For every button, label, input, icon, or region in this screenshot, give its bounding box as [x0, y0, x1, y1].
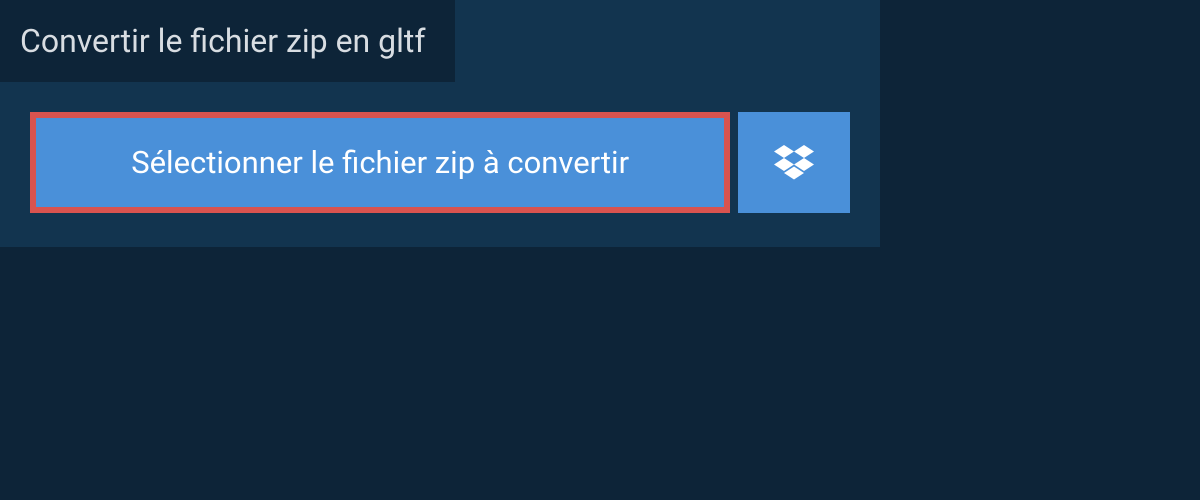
- select-file-label: Sélectionner le fichier zip à convertir: [131, 144, 629, 181]
- button-row: Sélectionner le fichier zip à convertir: [0, 82, 880, 247]
- dropbox-icon: [774, 145, 814, 181]
- dropbox-button[interactable]: [738, 112, 850, 213]
- select-file-button[interactable]: Sélectionner le fichier zip à convertir: [30, 112, 730, 213]
- page-title: Convertir le fichier zip en gltf: [20, 22, 425, 60]
- header-tab: Convertir le fichier zip en gltf: [0, 0, 455, 82]
- converter-panel: Convertir le fichier zip en gltf Sélecti…: [0, 0, 880, 247]
